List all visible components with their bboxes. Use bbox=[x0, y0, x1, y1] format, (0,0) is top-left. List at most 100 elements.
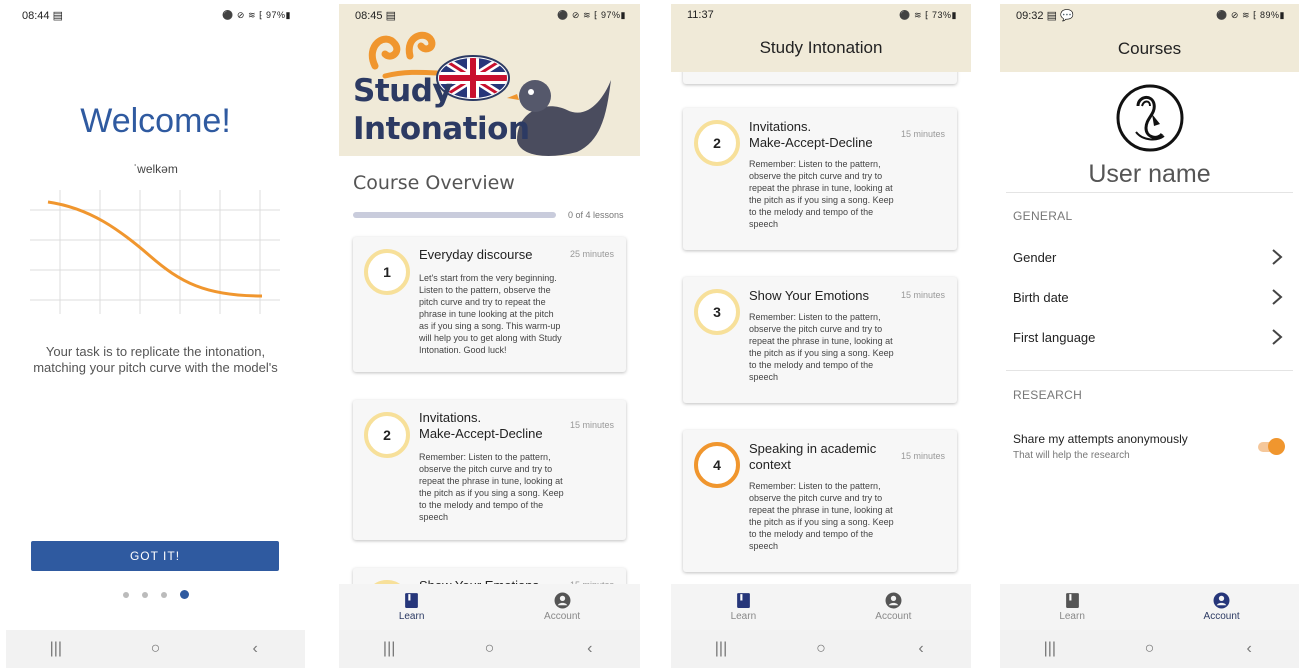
lesson-card-4[interactable]: 4 Speaking in academic context 15 minute… bbox=[683, 430, 957, 572]
book-icon bbox=[736, 593, 750, 608]
nav-learn[interactable]: Learn bbox=[730, 592, 757, 622]
welcome-screen: 08:44 ▤ ⚫ ⊘ ≋ ⁅ 97%▮ Welcome! ˈwelkəm Yo… bbox=[6, 4, 305, 668]
course-overview-title: Course Overview bbox=[353, 172, 515, 194]
recents-button[interactable]: ||| bbox=[369, 640, 409, 658]
book-icon bbox=[405, 593, 418, 608]
divider bbox=[1006, 370, 1293, 371]
nav-learn[interactable]: Learn bbox=[1059, 592, 1085, 622]
research-section-label: RESEARCH bbox=[1013, 388, 1083, 402]
nav-account-label: Account bbox=[1203, 611, 1240, 622]
nav-learn-label: Learn bbox=[730, 611, 757, 622]
avatar[interactable] bbox=[1116, 84, 1184, 152]
lesson-title-line: Make-Accept-Decline bbox=[419, 426, 543, 441]
nav-account-label: Account bbox=[544, 611, 581, 622]
nav-learn[interactable]: Learn bbox=[398, 592, 425, 622]
recents-button[interactable]: ||| bbox=[701, 640, 741, 658]
bottom-navigation: Learn Account bbox=[339, 584, 640, 630]
lesson-title-line: Invitations. bbox=[419, 410, 482, 425]
lesson-title-line: Invitations. bbox=[749, 119, 812, 134]
status-bar: 09:32 ▤ 💬 ⚫ ⊘ ≋ ⁅ 89%▮ bbox=[1000, 4, 1299, 26]
bottom-navigation: Learn Account bbox=[1000, 584, 1299, 630]
back-button[interactable]: ‹ bbox=[901, 640, 941, 658]
setting-gender[interactable]: Gender bbox=[1000, 240, 1299, 276]
logo-line-2: Intonation bbox=[353, 111, 530, 147]
page-dot[interactable] bbox=[122, 591, 129, 598]
system-navigation-bar: ||| ○ ‹ bbox=[671, 630, 971, 668]
lesson-number: 2 bbox=[694, 120, 740, 166]
lesson-card-3[interactable]: 3 Show Your Emotions 15 minutes Remember… bbox=[683, 277, 957, 403]
status-time: 08:45 bbox=[355, 9, 383, 22]
nav-learn-label: Learn bbox=[1059, 611, 1085, 622]
lesson-title: Show Your Emotions bbox=[749, 288, 869, 303]
lesson-duration: 15 minutes bbox=[569, 420, 614, 430]
status-indicators: ⚫ ≋ ⁅ 73%▮ bbox=[899, 9, 957, 20]
lesson-number: 3 bbox=[694, 289, 740, 335]
chevron-right-icon bbox=[1272, 329, 1283, 345]
lesson-card-2[interactable]: 2 Invitations. Make-Accept-Decline 15 mi… bbox=[683, 108, 957, 250]
back-button[interactable]: ‹ bbox=[1229, 640, 1269, 658]
page-dot[interactable] bbox=[141, 591, 148, 598]
home-button[interactable]: ○ bbox=[1129, 640, 1169, 658]
lesson-duration: 15 minutes bbox=[900, 290, 945, 300]
notification-icon: ▤ 💬 bbox=[1046, 9, 1074, 22]
welcome-title: Welcome! bbox=[80, 102, 231, 140]
setting-first-language[interactable]: First language bbox=[1000, 320, 1299, 356]
system-navigation-bar: ||| ○ ‹ bbox=[1000, 630, 1299, 668]
lesson-card-1[interactable]: 1 Everyday discourse 25 minutes Let's st… bbox=[353, 237, 626, 372]
back-button[interactable]: ‹ bbox=[570, 640, 610, 658]
divider bbox=[1006, 192, 1293, 193]
share-attempts-hint: That will help the research bbox=[1013, 450, 1130, 461]
system-navigation-bar: ||| ○ ‹ bbox=[339, 630, 640, 668]
lesson-description: Let's start from the very beginning. Lis… bbox=[419, 273, 562, 355]
lesson-title: Speaking in academic context bbox=[749, 441, 876, 473]
setting-label: First language bbox=[1013, 330, 1096, 345]
chevron-right-icon bbox=[1272, 249, 1283, 265]
setting-birth-date[interactable]: Birth date bbox=[1000, 280, 1299, 316]
status-time: 11:37 bbox=[687, 9, 714, 21]
progress-label: 0 of 4 lessons bbox=[568, 210, 624, 220]
notification-icon: ▤ bbox=[52, 9, 63, 22]
lesson-title-line: context bbox=[749, 457, 791, 472]
page-indicator bbox=[6, 590, 305, 599]
lesson-duration: 25 minutes bbox=[569, 249, 614, 259]
status-indicators: ⚫ ⊘ ≋ ⁅ 97%▮ bbox=[222, 9, 291, 20]
chevron-right-icon bbox=[1272, 289, 1283, 305]
recents-button[interactable]: ||| bbox=[36, 640, 76, 658]
status-bar: 08:45 ▤ ⚫ ⊘ ≋ ⁅ 97%▮ bbox=[339, 4, 640, 26]
task-description: Your task is to replicate the intonation… bbox=[33, 344, 278, 375]
system-navigation-bar: ||| ○ ‹ bbox=[6, 630, 305, 668]
lesson-number: 1 bbox=[364, 249, 410, 295]
lesson-description: Remember: Listen to the pattern, observe… bbox=[749, 159, 894, 229]
lesson-number: 2 bbox=[364, 412, 410, 458]
back-button[interactable]: ‹ bbox=[235, 640, 275, 658]
lesson-title-line: Speaking in academic bbox=[749, 441, 877, 456]
nav-learn-label: Learn bbox=[398, 611, 425, 622]
course-progress-bar bbox=[353, 212, 556, 218]
home-button[interactable]: ○ bbox=[469, 640, 509, 658]
page-dot[interactable] bbox=[160, 591, 167, 598]
share-attempts-label: Share my attempts anonymously bbox=[1013, 432, 1188, 446]
lesson-card-2[interactable]: 2 Invitations. Make-Accept-Decline 15 mi… bbox=[353, 400, 626, 540]
account-icon bbox=[1213, 592, 1230, 609]
nav-account[interactable]: Account bbox=[544, 592, 580, 622]
lesson-title: Invitations. Make-Accept-Decline bbox=[749, 119, 873, 151]
got-it-button[interactable]: GOT IT! bbox=[31, 541, 279, 571]
page-dot-active[interactable] bbox=[179, 590, 189, 599]
home-button[interactable]: ○ bbox=[135, 640, 175, 658]
account-icon bbox=[554, 592, 571, 609]
setting-label: Gender bbox=[1013, 250, 1057, 265]
home-button[interactable]: ○ bbox=[801, 640, 841, 658]
share-attempts-toggle[interactable] bbox=[1258, 438, 1285, 456]
lesson-duration: 15 minutes bbox=[900, 129, 945, 139]
notification-icon: ▤ bbox=[385, 9, 396, 22]
account-icon bbox=[885, 592, 902, 609]
lesson-description: Remember: Listen to the pattern, observe… bbox=[419, 452, 564, 522]
page-title: Courses bbox=[1117, 39, 1182, 58]
app-banner: Study Intonation bbox=[339, 4, 640, 156]
nav-account[interactable]: Account bbox=[1204, 592, 1240, 622]
lesson-title-line: Make-Accept-Decline bbox=[749, 135, 873, 150]
lesson-title: Everyday discourse bbox=[419, 247, 533, 262]
user-name: User name bbox=[1088, 160, 1211, 188]
nav-account[interactable]: Account bbox=[875, 592, 911, 622]
recents-button[interactable]: ||| bbox=[1030, 640, 1070, 658]
